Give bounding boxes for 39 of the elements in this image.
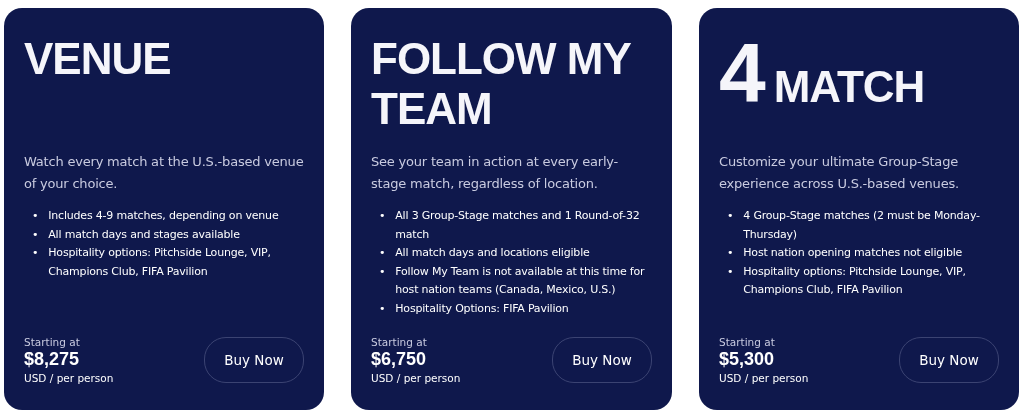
bullet: • bbox=[379, 245, 386, 261]
buy-now-button[interactable]: Buy Now bbox=[204, 337, 304, 383]
bullet: • bbox=[379, 263, 386, 280]
feature-item: Hospitality options: Pitchside Lounge, VIP, Champions Club, FIFA Pavilion bbox=[48, 245, 272, 280]
price-unit: USD / per person bbox=[371, 372, 461, 384]
bullet: • bbox=[32, 245, 39, 261]
card-description: See your team in action at every early-stage match, regardless of location. bbox=[371, 153, 620, 193]
bullet: • bbox=[32, 208, 39, 224]
bullet: • bbox=[379, 300, 386, 317]
bullet: • bbox=[727, 208, 734, 224]
bullet: • bbox=[727, 245, 734, 261]
card-title: MATCH bbox=[773, 62, 925, 112]
price-label: Starting at bbox=[719, 336, 776, 348]
bullet: • bbox=[32, 226, 39, 243]
card-title: FOLLOW MY TEAM bbox=[371, 34, 632, 134]
card-title-number: 4 bbox=[719, 34, 766, 112]
feature-item: Includes 4-9 matches, depending on venue bbox=[48, 208, 279, 224]
feature-item: All 3 Group-Stage matches and 1 Round-of-32 match bbox=[395, 208, 641, 243]
buy-now-button[interactable]: Buy Now bbox=[899, 337, 999, 383]
price-label: Starting at bbox=[371, 336, 428, 348]
bullet: • bbox=[379, 208, 386, 224]
buy-now-button[interactable]: Buy Now bbox=[552, 337, 652, 383]
feature-item: Follow My Team is not available at this time for host nation teams (Canada, Mexico, U.S.) bbox=[395, 263, 646, 298]
bullet: • bbox=[727, 263, 734, 280]
feature-item: Hospitality options: Pitchside Lounge, VIP, Champions Club, FIFA Pavilion bbox=[743, 263, 967, 298]
card-description: Customize your ultimate Group-Stage experience across U.S.-based venues. bbox=[719, 153, 960, 193]
price-unit: USD / per person bbox=[24, 372, 114, 384]
feature-item: Hospitality Options: FIFA Pavilion bbox=[395, 300, 569, 317]
price-amount: $8,275 bbox=[24, 348, 81, 370]
feature-item: 4 Group-Stage matches (2 must be Monday-Thursday) bbox=[743, 208, 981, 243]
price-unit: USD / per person bbox=[719, 372, 809, 384]
card-description: Watch every match at the U.S.-based venue of your choice. bbox=[24, 153, 304, 193]
price-label: Starting at bbox=[24, 336, 81, 348]
price-amount: $5,300 bbox=[719, 348, 776, 370]
feature-item: All match days and stages available bbox=[48, 226, 240, 243]
feature-item: Host nation opening matches not eligible bbox=[743, 245, 963, 261]
card-title: VENUE bbox=[24, 34, 171, 84]
price-amount: $6,750 bbox=[371, 348, 428, 370]
feature-item: All match days and locations eligible bbox=[395, 245, 590, 261]
